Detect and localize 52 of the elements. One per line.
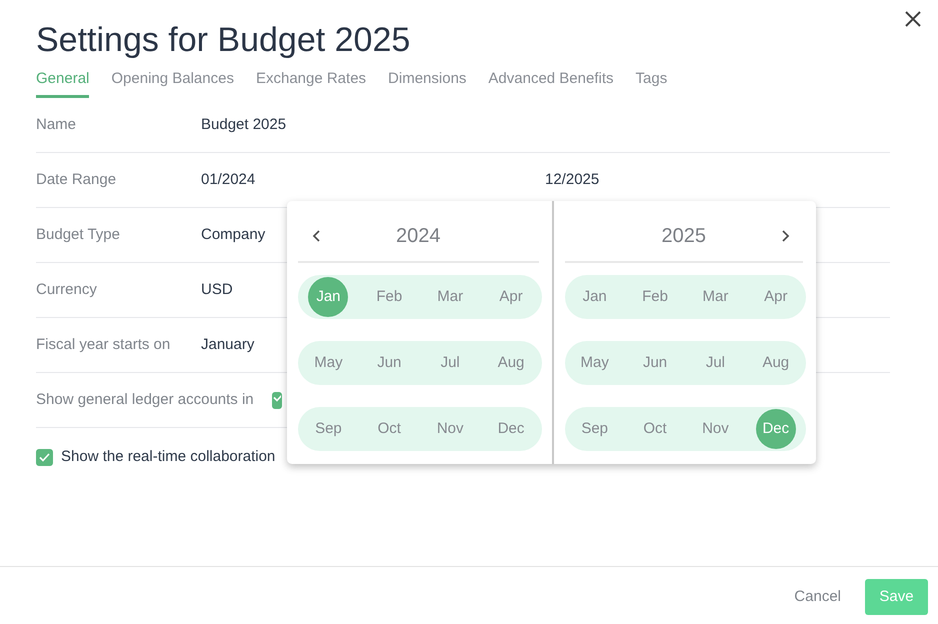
month-button[interactable]: May	[574, 343, 615, 383]
check-icon	[39, 452, 50, 462]
field-label: Show general ledger accounts in	[36, 390, 254, 410]
field-value[interactable]: Company	[201, 224, 266, 246]
year-label: 2025	[660, 224, 707, 249]
field-label: Fiscal year starts on	[36, 334, 172, 355]
month-button[interactable]: Oct	[369, 409, 410, 449]
month-button[interactable]: Mar	[430, 277, 470, 317]
checkbox[interactable]	[272, 392, 282, 408]
month-button[interactable]: Feb	[369, 277, 410, 317]
month-button[interactable]: Jul	[695, 343, 736, 383]
month-button[interactable]: Feb	[635, 277, 676, 317]
tab[interactable]: Dimensions	[388, 60, 466, 98]
tab[interactable]: Advanced Benefits	[488, 60, 614, 98]
month-button[interactable]: Aug	[756, 343, 796, 383]
month-button[interactable]: Jun	[369, 343, 410, 383]
date-field[interactable]: 01/2024	[201, 168, 256, 192]
date-field[interactable]: 12/2025	[545, 168, 890, 192]
field-label: Budget Type	[36, 224, 121, 245]
tab[interactable]: Opening Balances	[111, 60, 234, 98]
month-button[interactable]: Nov	[430, 409, 470, 449]
month-button[interactable]: Oct	[635, 409, 676, 449]
month-button[interactable]: Jan	[574, 277, 615, 317]
tab[interactable]: General	[36, 60, 90, 98]
year-label: 2024	[395, 224, 442, 249]
field-label: Currency	[36, 280, 98, 300]
field-value[interactable]: January	[201, 334, 254, 356]
checkbox-label: Show the real-time collaboration	[61, 447, 276, 467]
month-button[interactable]: Jan	[308, 277, 348, 317]
check-icon	[272, 392, 281, 402]
field-label: Name	[36, 114, 78, 135]
checkbox[interactable]	[36, 448, 53, 466]
month-button[interactable]: Apr	[756, 277, 796, 317]
month-button[interactable]: Sep	[308, 409, 348, 449]
month-button[interactable]: Sep	[574, 409, 615, 449]
month-button[interactable]: Dec	[491, 409, 532, 449]
field-label: Date Range	[36, 170, 118, 190]
month-button[interactable]: Apr	[491, 277, 532, 317]
save-button[interactable]: Save	[865, 579, 928, 615]
month-button[interactable]: Aug	[491, 343, 532, 383]
tab[interactable]: Exchange Rates	[256, 60, 366, 98]
month-button[interactable]: Jun	[635, 343, 676, 383]
field-value[interactable]: Budget 2025	[201, 114, 286, 136]
month-button[interactable]: Dec	[756, 409, 796, 449]
field-value[interactable]: USD	[201, 278, 233, 302]
month-button[interactable]: May	[308, 343, 348, 383]
month-button[interactable]: Mar	[695, 277, 736, 317]
month-button[interactable]: Nov	[695, 409, 736, 449]
month-button[interactable]: Jul	[430, 343, 470, 383]
cancel-button[interactable]: Cancel	[788, 584, 847, 610]
dialog-title: Settings for Budget 2025	[35, 20, 410, 60]
tab[interactable]: Tags	[636, 60, 668, 98]
